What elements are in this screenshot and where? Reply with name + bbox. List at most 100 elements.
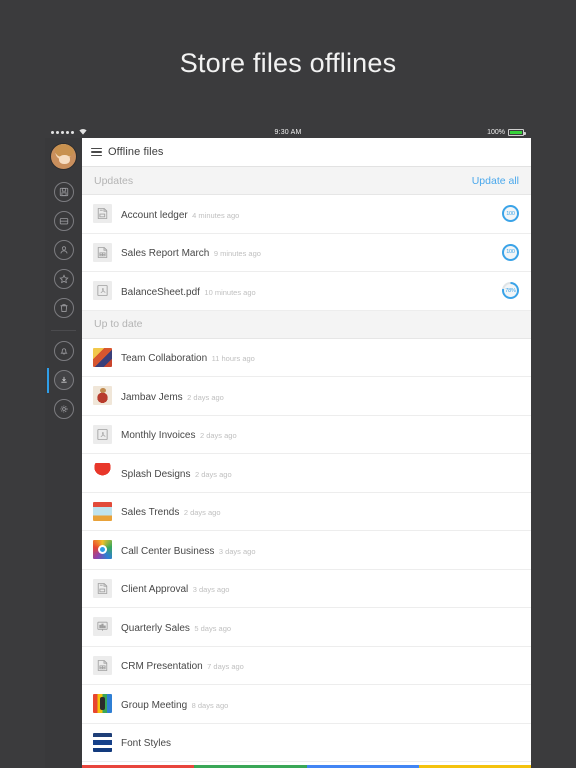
image-thumbnail-fonts [93, 732, 112, 752]
file-row[interactable]: Quarterly Sales 5 days ago [82, 608, 531, 647]
bell-icon [59, 346, 69, 356]
file-row[interactable]: Jambav Jems 2 days ago [82, 377, 531, 416]
file-meta: Sales Report March 9 minutes ago [121, 243, 493, 261]
file-row[interactable]: Call Center Business 3 days ago [82, 531, 531, 570]
file-name: Quarterly Sales [121, 622, 190, 634]
file-name: Splash Designs [121, 468, 191, 480]
rail-item-inbox[interactable] [53, 211, 74, 231]
rail-item-shared[interactable] [53, 240, 74, 260]
file-meta: Splash Designs 2 days ago [121, 464, 519, 482]
file-time: 9 minutes ago [213, 249, 261, 259]
image-thumbnail-group [93, 694, 112, 714]
file-name: Team Collaboration [121, 353, 208, 365]
file-meta: Sales Trends 2 days ago [121, 502, 519, 520]
spreadsheet-file-icon [93, 655, 112, 675]
file-meta: Call Center Business 3 days ago [121, 541, 519, 559]
file-time: 5 days ago [194, 623, 232, 633]
file-name: Group Meeting [121, 699, 188, 711]
image-thumbnail-wheel [93, 540, 112, 560]
image-thumbnail-people [93, 347, 112, 367]
update-all-button[interactable]: Update all [472, 175, 519, 187]
section-header: Updates Update all [82, 167, 531, 195]
file-meta: Font Styles [121, 733, 519, 751]
file-row[interactable]: CRM Presentation 7 days ago [82, 646, 531, 685]
file-name: Monthly Invoices [121, 430, 196, 442]
file-name: Sales Trends [121, 507, 180, 519]
file-time: 10 minutes ago [204, 287, 256, 297]
file-row[interactable]: Account ledger 4 minutes ago 100 [82, 195, 531, 234]
file-meta: Monthly Invoices 2 days ago [121, 425, 519, 443]
file-list[interactable]: Updates Update all Account ledger 4 minut… [82, 167, 531, 765]
file-time: 3 days ago [218, 546, 256, 556]
image-thumbnail-splash [93, 463, 112, 483]
app-bar: Offline files [82, 138, 531, 167]
page-title: Store files offlines [179, 48, 397, 78]
progress-badge: 100 [502, 205, 519, 223]
file-row[interactable]: Team Collaboration 11 hours ago [82, 338, 531, 377]
file-meta: Team Collaboration 11 hours ago [121, 348, 519, 366]
avatar[interactable] [50, 143, 77, 170]
rail-item-starred[interactable] [53, 269, 74, 289]
rail-item-my-files[interactable] [53, 182, 74, 202]
file-row[interactable]: Group Meeting 8 days ago [82, 685, 531, 724]
download-offline-icon [59, 375, 69, 385]
document-file-icon [93, 204, 112, 224]
file-time: 8 days ago [191, 700, 229, 710]
image-thumbnail-character [93, 386, 112, 406]
trash-icon [59, 303, 69, 313]
presentation-file-icon [93, 617, 112, 637]
shared-hand-icon [59, 245, 69, 255]
save-document-icon [59, 187, 69, 197]
spreadsheet-file-icon [93, 242, 112, 262]
file-time: 7 days ago [207, 662, 244, 672]
file-time: 2 days ago [187, 392, 224, 402]
file-name: CRM Presentation [121, 661, 203, 673]
image-thumbnail-chart [93, 501, 112, 521]
file-meta: Group Meeting 8 days ago [121, 695, 519, 713]
file-time: 4 minutes ago [192, 210, 240, 220]
rail-item-settings[interactable] [53, 399, 74, 419]
file-name: Call Center Business [121, 545, 215, 557]
file-meta: CRM Presentation 7 days ago [121, 656, 519, 674]
inbox-tray-icon [59, 216, 69, 226]
file-time: 2 days ago [183, 508, 221, 518]
file-name: BalanceSheet.pdf [121, 286, 200, 298]
file-meta: Quarterly Sales 5 days ago [121, 618, 519, 636]
file-row[interactable]: Client Approval 3 days ago [82, 569, 531, 608]
file-row[interactable]: Sales Trends 2 days ago [82, 492, 531, 531]
pdf-file-icon [93, 424, 112, 444]
file-meta: Account ledger 4 minutes ago [121, 205, 493, 223]
file-row[interactable]: Splash Designs 2 days ago [82, 454, 531, 493]
file-name: Sales Report March [121, 248, 210, 260]
app-bar-title: Offline files [108, 146, 164, 158]
rail-item-offline-files[interactable] [46, 368, 74, 393]
file-meta: Client Approval 3 days ago [121, 579, 519, 597]
file-name: Account ledger [121, 209, 188, 221]
file-meta: BalanceSheet.pdf 10 minutes ago [121, 282, 493, 300]
left-navigation-rail [45, 138, 82, 768]
status-bar-clock: 9:30 AM [274, 128, 302, 136]
pdf-file-icon [93, 281, 112, 301]
file-row[interactable]: Font Styles [82, 723, 531, 762]
tablet-device-frame: 9:30 AM 100% Offline files Updates Updat… [45, 126, 531, 768]
hamburger-icon[interactable] [91, 147, 102, 157]
file-time: 11 hours ago [211, 354, 255, 364]
file-meta: Jambav Jems 2 days ago [121, 387, 519, 405]
section-title: Up to date [94, 318, 143, 330]
status-bar: 9:30 AM 100% [45, 126, 531, 138]
file-name: Jambav Jems [121, 391, 183, 403]
battery-icon [508, 128, 526, 136]
file-row[interactable]: Sales Report March 9 minutes ago 100 [82, 233, 531, 272]
rail-item-notifications[interactable] [53, 341, 74, 361]
file-name: Font Styles [121, 738, 172, 750]
progress-badge: 78% [502, 282, 519, 300]
file-name: Client Approval [121, 584, 189, 596]
file-time: 3 days ago [192, 585, 230, 595]
gear-icon [59, 404, 69, 414]
section-header: Up to date [82, 310, 531, 339]
rail-item-trash[interactable] [53, 298, 74, 318]
file-row[interactable]: Monthly Invoices 2 days ago [82, 415, 531, 454]
section-title: Updates [94, 174, 134, 187]
star-icon [58, 274, 69, 284]
file-row[interactable]: BalanceSheet.pdf 10 minutes ago 78% [82, 272, 531, 311]
